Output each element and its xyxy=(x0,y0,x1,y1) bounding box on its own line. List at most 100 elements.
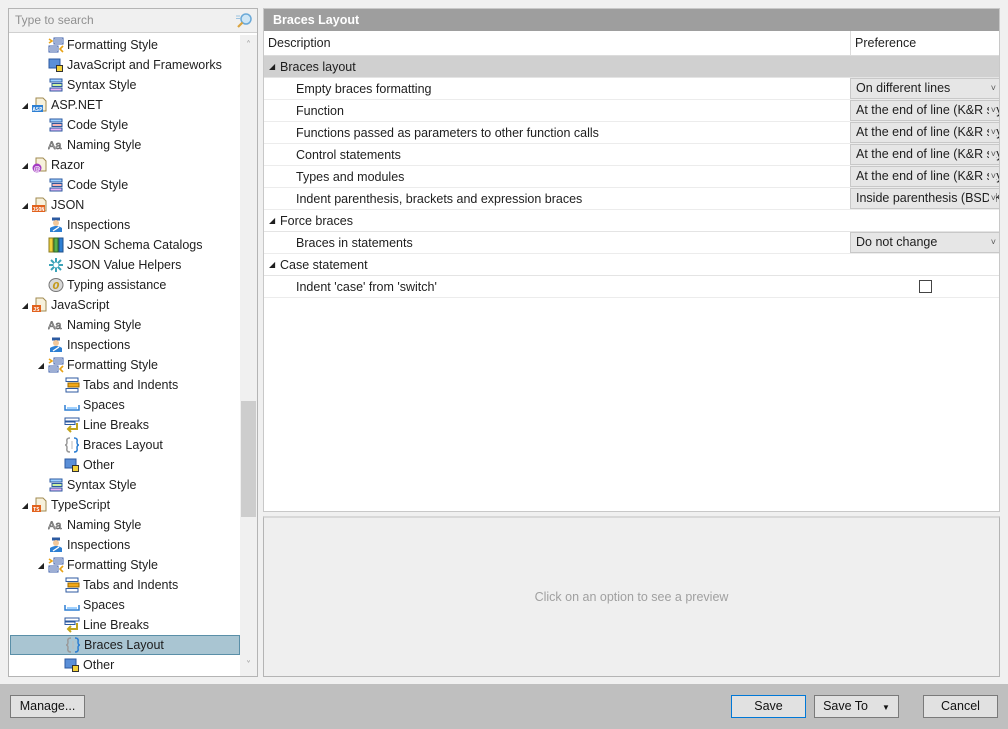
tree-item-label: Spaces xyxy=(83,398,125,412)
save-to-button[interactable]: Save To ▼ xyxy=(814,695,899,718)
search-icon[interactable] xyxy=(235,12,253,28)
option-group-row[interactable]: ◢ Braces layout xyxy=(264,56,999,78)
expand-collapse-icon[interactable]: ◢ xyxy=(20,501,30,510)
tree-item-label: Inspections xyxy=(67,218,131,232)
svg-text:Aa: Aa xyxy=(48,320,62,332)
group-collapse-icon[interactable]: ◢ xyxy=(269,216,275,225)
tree-item-label: Formatting Style xyxy=(67,558,159,572)
tree-item-label: JSON Schema Catalogs xyxy=(67,238,203,252)
tree-item[interactable]: Aa Naming Style xyxy=(10,315,240,335)
tree-item[interactable]: Formatting Style xyxy=(10,35,240,55)
scroll-down-arrow-icon[interactable]: ˅ xyxy=(240,657,257,674)
tree-item[interactable]: Other xyxy=(10,655,240,675)
tree-item[interactable]: Line Breaks xyxy=(10,615,240,635)
option-group-row[interactable]: ◢ Force braces xyxy=(264,210,999,232)
spaces-icon xyxy=(64,597,80,613)
tree-item[interactable]: Aa Naming Style xyxy=(10,135,240,155)
tree-item-label: Syntax Style xyxy=(67,78,137,92)
preference-checkbox[interactable] xyxy=(919,280,932,293)
column-header-description[interactable]: Description xyxy=(268,36,331,50)
expand-collapse-icon[interactable]: ◢ xyxy=(20,161,30,170)
tree-item-label: Formatting Style xyxy=(67,38,159,52)
tree-item[interactable]: Line Breaks xyxy=(10,415,240,435)
tree-item[interactable]: JSON Value Helpers xyxy=(10,255,240,275)
settings-tree-pane: Formatting Style JavaScript and Framework… xyxy=(8,8,258,677)
option-row[interactable]: Empty braces formatting On different line… xyxy=(264,78,1000,100)
preference-dropdown[interactable]: Inside parenthesis (BSD/K&R style)˅ xyxy=(850,188,1000,209)
expand-collapse-icon[interactable]: ◢ xyxy=(36,361,46,370)
tree-item[interactable]: 0 Typing assistance xyxy=(10,275,240,295)
tree-item[interactable]: Braces Layout xyxy=(10,435,240,455)
dropdown-value: Inside parenthesis (BSD/K&R style) xyxy=(856,191,999,205)
expand-collapse-icon[interactable]: ◢ xyxy=(20,301,30,310)
group-collapse-icon[interactable]: ◢ xyxy=(269,62,275,71)
option-row[interactable]: Control statements At the end of line (K&… xyxy=(264,144,1000,166)
tree-item[interactable]: JSON Schema Catalogs xyxy=(10,235,240,255)
preference-dropdown[interactable]: On different lines ˅ xyxy=(850,78,1000,99)
braces-layout-icon xyxy=(64,437,80,453)
option-row[interactable]: Functions passed as parameters to other … xyxy=(264,122,1000,144)
preference-dropdown[interactable]: At the end of line (K&R style)˅ xyxy=(850,100,1000,121)
line-breaks-icon xyxy=(64,417,80,433)
tree-item[interactable]: Other xyxy=(10,455,240,475)
option-row[interactable]: Function At the end of line (K&R style)˅ xyxy=(264,100,1000,122)
chevron-down-icon: ˅ xyxy=(988,189,996,208)
tree-item[interactable]: Spaces xyxy=(10,595,240,615)
option-row[interactable]: Braces in statements Do not change ˅ xyxy=(264,232,1000,254)
tree-item-label: ASP.NET xyxy=(51,98,103,112)
tree-item[interactable]: ◢ TS TypeScript xyxy=(10,495,240,515)
inspections-icon xyxy=(48,537,64,553)
tree-item[interactable]: Syntax Style xyxy=(10,475,240,495)
manage-button[interactable]: Manage... xyxy=(10,695,85,718)
scrollbar-thumb[interactable] xyxy=(241,401,256,517)
tree-item[interactable]: Code Style xyxy=(10,115,240,135)
tree-item[interactable]: JavaScript and Frameworks xyxy=(10,55,240,75)
option-label: Indent parenthesis, brackets and express… xyxy=(296,192,583,206)
js-file-icon: JS xyxy=(32,297,48,313)
tree-item[interactable]: Spaces xyxy=(10,395,240,415)
tree-item[interactable]: Tabs and Indents xyxy=(10,375,240,395)
preference-dropdown[interactable]: At the end of line (K&R style)˅ xyxy=(850,166,1000,187)
group-label: Case statement xyxy=(280,258,368,272)
expand-collapse-icon[interactable]: ◢ xyxy=(36,561,46,570)
expand-collapse-icon[interactable]: ◢ xyxy=(20,201,30,210)
tree-item-label: JSON xyxy=(51,198,85,212)
column-header-preference[interactable]: Preference xyxy=(850,31,1000,56)
tree-item[interactable]: Syntax Style xyxy=(10,75,240,95)
group-label: Braces layout xyxy=(280,60,356,74)
tree-item-label: JavaScript and Frameworks xyxy=(67,58,222,72)
option-group-row[interactable]: ◢ Case statement xyxy=(264,254,999,276)
tree-item[interactable]: ◢ @ Razor xyxy=(10,155,240,175)
dropdown-value: Do not change xyxy=(856,235,938,249)
option-label: Empty braces formatting xyxy=(296,82,432,96)
tree-item-label: Other xyxy=(83,658,115,672)
preference-dropdown[interactable]: Do not change ˅ xyxy=(850,232,1000,253)
search-input[interactable] xyxy=(9,9,229,31)
tree-item[interactable]: ◢ Formatting Style xyxy=(10,555,240,575)
tree-item[interactable]: Braces Layout xyxy=(10,635,240,655)
option-row[interactable]: Types and modules At the end of line (K&R… xyxy=(264,166,1000,188)
tree-item[interactable]: Aa Naming Style xyxy=(10,515,240,535)
expand-collapse-icon[interactable]: ◢ xyxy=(20,101,30,110)
tree-item[interactable]: Code Style xyxy=(10,175,240,195)
option-row[interactable]: Indent parenthesis, brackets and express… xyxy=(264,188,1000,210)
preference-dropdown[interactable]: At the end of line (K&R style)˅ xyxy=(850,144,1000,165)
tree-item[interactable]: ◢ ASP ASP.NET xyxy=(10,95,240,115)
cancel-button[interactable]: Cancel xyxy=(923,695,998,718)
tree-scrollbar[interactable]: ˄ ˅ xyxy=(240,35,257,676)
group-collapse-icon[interactable]: ◢ xyxy=(269,260,275,269)
tree-item[interactable]: ◢ Formatting Style xyxy=(10,355,240,375)
scroll-up-arrow-icon[interactable]: ˄ xyxy=(240,37,257,54)
tree-item[interactable]: Tabs and Indents xyxy=(10,575,240,595)
tree-item[interactable]: ◢ JS JavaScript xyxy=(10,295,240,315)
save-button[interactable]: Save xyxy=(731,695,806,718)
tree-item[interactable]: ◢ JSON JSON xyxy=(10,195,240,215)
option-row[interactable]: Indent 'case' from 'switch' xyxy=(264,276,999,298)
tree-item[interactable]: Inspections xyxy=(10,335,240,355)
tree-item[interactable]: Inspections xyxy=(10,535,240,555)
tree-item[interactable]: Inspections xyxy=(10,215,240,235)
search-box xyxy=(9,9,257,33)
other-icon xyxy=(64,657,80,673)
preference-dropdown[interactable]: At the end of line (K&R style)˅ xyxy=(850,122,1000,143)
aspnet-file-icon: ASP xyxy=(32,97,48,113)
